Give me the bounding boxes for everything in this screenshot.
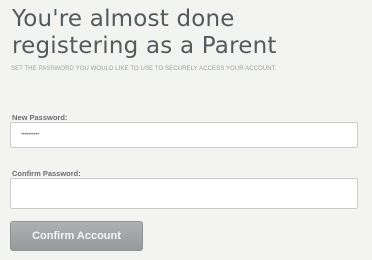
new-password-label: New Password: (12, 113, 68, 122)
page-title: You're almost done registering as a Pare… (12, 6, 277, 59)
new-password-value: •••••••••• (21, 132, 40, 138)
page-subtitle: SET THE PASSWORD YOU WOULD LIKE TO USE T… (11, 66, 277, 72)
confirm-password-field[interactable] (10, 178, 358, 209)
confirm-password-label: Confirm Password: (12, 169, 81, 178)
confirm-account-button[interactable]: Confirm Account (10, 221, 143, 251)
new-password-field[interactable]: •••••••••• (10, 122, 358, 148)
registration-form: You're almost done registering as a Pare… (0, 0, 372, 260)
